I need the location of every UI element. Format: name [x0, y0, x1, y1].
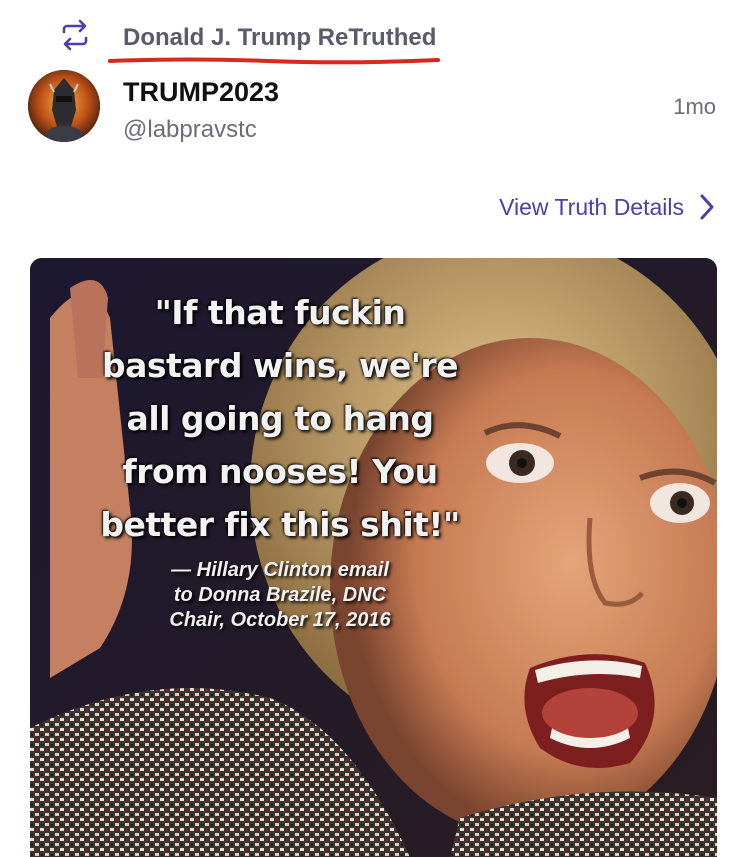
post-image[interactable]: "If that fuckin bastard wins, we're all … [30, 258, 717, 857]
view-truth-details-label[interactable]: View Truth Details [499, 194, 684, 221]
meme-attribution-text: — Hillary Clinton email to Donna Brazile… [169, 559, 391, 631]
view-truth-details-link[interactable]: View Truth Details [499, 192, 718, 222]
display-name[interactable]: TRUMP2023 [123, 77, 279, 108]
retruth-banner[interactable]: Donald J. Trump ReTruthed [58, 18, 436, 52]
post-timestamp: 1mo [673, 94, 716, 119]
retruth-label[interactable]: Donald J. Trump ReTruthed [123, 24, 436, 52]
chevron-right-icon[interactable] [696, 192, 718, 222]
meme-quote-text: "If that fuckin bastard wins, we're all … [100, 293, 460, 544]
repost-icon [62, 19, 88, 51]
avatar[interactable] [28, 70, 100, 142]
red-underline-annotation [108, 57, 440, 65]
user-handle[interactable]: @labpravstc [123, 116, 257, 144]
